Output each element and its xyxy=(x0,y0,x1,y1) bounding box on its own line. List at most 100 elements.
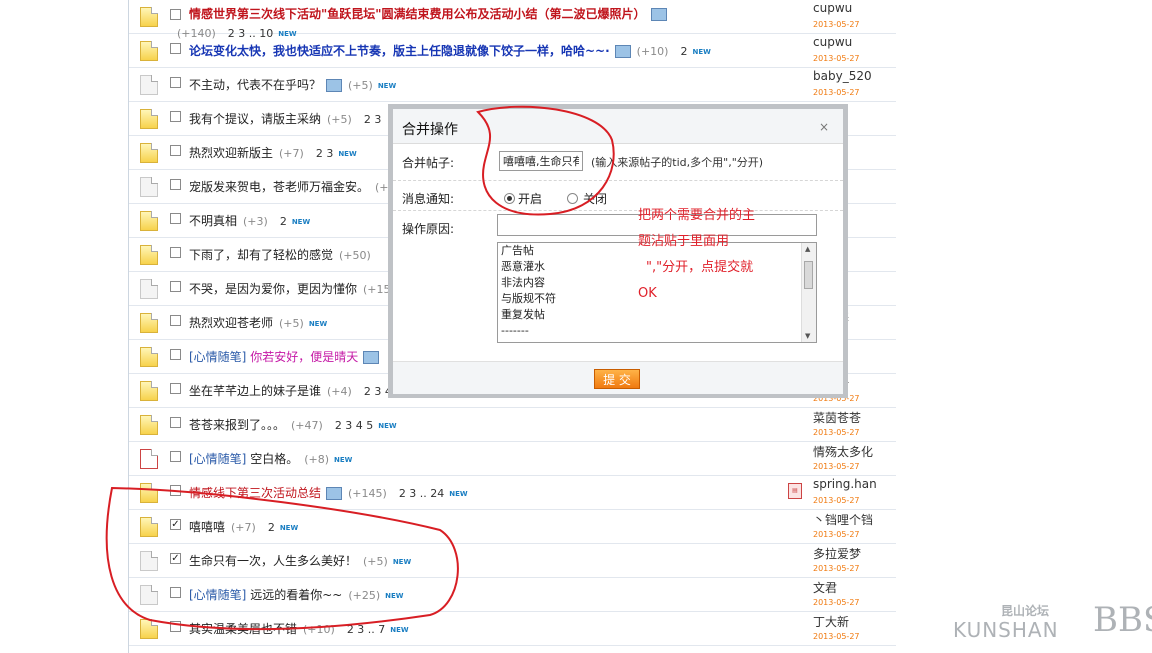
thread-checkbox[interactable] xyxy=(170,145,181,156)
annotation-line: ","分开，点提交就 xyxy=(646,260,754,275)
thread-title[interactable]: 下雨了，却有了轻松的感觉 xyxy=(189,248,333,262)
thread-author[interactable]: 多拉爱梦 xyxy=(813,545,861,562)
merge-thread-input[interactable] xyxy=(499,151,583,171)
scroll-down-icon[interactable]: ▼ xyxy=(805,332,810,340)
thread-icon xyxy=(140,41,158,61)
close-icon[interactable]: × xyxy=(819,120,829,134)
thread-title[interactable]: 不明真相 xyxy=(189,214,237,228)
scroll-thumb[interactable] xyxy=(804,261,813,289)
thread-title[interactable]: 其实温柔美眉也不错 xyxy=(189,622,297,636)
scroll-up-icon[interactable]: ▲ xyxy=(805,245,810,253)
thread-row[interactable]: 苍苍来报到了。。。 (+47) 2 3 4 5 NEW 菜茵苍苍 2013-05-27 xyxy=(129,407,896,442)
thread-author[interactable]: spring.han xyxy=(813,477,877,491)
merge-hint: (输入来源帖子的tid,多个用","分开) xyxy=(591,156,764,169)
thread-title[interactable]: 你若安好，便是晴天 xyxy=(250,350,358,364)
thread-checkbox[interactable] xyxy=(170,451,181,462)
reply-count: (+4) xyxy=(327,385,352,398)
thread-row[interactable]: 其实温柔美眉也不错 (+10) 2 3 .. 7 NEW 丁大新 2013-05-27 xyxy=(129,611,896,646)
thread-checkbox[interactable] xyxy=(170,587,181,598)
new-badge: NEW xyxy=(338,149,357,158)
thread-checkbox[interactable] xyxy=(170,111,181,122)
thread-pages[interactable]: 2 3 4 5 xyxy=(335,419,373,432)
thread-pages[interactable]: 2 xyxy=(680,45,687,58)
thread-pages[interactable]: 2 3 xyxy=(364,113,382,126)
thread-title[interactable]: 远远的看着你~~ xyxy=(250,588,342,602)
thread-checkbox[interactable] xyxy=(170,43,181,54)
thread-title[interactable]: 热烈欢迎苍老师 xyxy=(189,316,273,330)
thread-author[interactable]: 文君 xyxy=(813,579,837,596)
thread-checkbox[interactable] xyxy=(170,349,181,360)
thread-title[interactable]: 坐在芊芊边上的妹子是谁 xyxy=(189,384,321,398)
thread-title[interactable]: 情感世界第三次线下活动"鱼跃昆坛"圆满结束费用公布及活动小结（第二波已爆照片） xyxy=(189,7,646,21)
thread-title[interactable]: 空白格。 xyxy=(250,452,298,466)
thread-checkbox[interactable] xyxy=(170,213,181,224)
thread-pages[interactable]: 2 3 .. 24 xyxy=(399,487,444,500)
thread-row[interactable]: ✓ 嘻嘻嘻 (+7) 2 NEW 丶铛哩个铛 2013-05-27 xyxy=(129,509,896,544)
thread-row[interactable]: 情感线下第三次活动总结 (+145) 2 3 .. 24 NEW ▤ spring.han… xyxy=(129,475,896,510)
scrollbar[interactable]: ▲ ▼ xyxy=(801,243,816,342)
thread-category[interactable]: [心情随笔] xyxy=(189,588,246,602)
thread-author[interactable]: 丁大新 xyxy=(813,613,849,630)
thread-row[interactable]: (+140) 2 3 .. 10 NEW 情感世界第三次线下活动"鱼跃昆坛"圆满结束费… xyxy=(129,0,896,40)
submit-button[interactable]: 提 交 xyxy=(594,369,640,389)
thread-row[interactable]: [心情随笔] 远远的看着你~~ (+25) NEW 文君 2013-05-27 xyxy=(129,577,896,612)
dialog-title: 合并操作 xyxy=(402,122,458,138)
thread-date: 2013-05-27 xyxy=(813,598,860,607)
thread-checkbox[interactable] xyxy=(170,77,181,88)
thread-row[interactable]: [心情随笔] 空白格。 (+8) NEW 情殇太多化 2013-05-27 xyxy=(129,441,896,476)
thread-author[interactable]: cupwu xyxy=(813,35,852,49)
thread-title[interactable]: 生命只有一次，人生多么美好！ xyxy=(189,554,357,568)
thread-pages[interactable]: 2 3 .. 7 xyxy=(347,623,385,636)
thread-date: 2013-05-27 xyxy=(813,496,860,505)
thread-title[interactable]: 不主动，代表不在乎吗？ xyxy=(189,78,321,92)
new-badge: NEW xyxy=(279,523,299,532)
thread-category[interactable]: [心情随笔] xyxy=(189,350,246,364)
thread-title[interactable]: 情感线下第三次活动总结 xyxy=(189,486,321,500)
thread-author[interactable]: 情殇太多化 xyxy=(813,443,873,460)
thread-checkbox[interactable]: ✓ xyxy=(170,553,181,564)
thread-date: 2013-05-27 xyxy=(813,462,860,471)
thread-checkbox[interactable] xyxy=(170,383,181,394)
thread-checkbox[interactable] xyxy=(170,417,181,428)
thread-title[interactable]: 热烈欢迎新版主 xyxy=(189,146,273,160)
thread-title[interactable]: 宠版发来贺电，苍老师万福金安。 xyxy=(189,180,369,194)
thread-checkbox[interactable] xyxy=(170,247,181,258)
thread-icon xyxy=(140,347,158,367)
thread-row[interactable]: 论坛变化太快，我也快适应不上节奏，版主上任隐退就像下饺子一样，哈哈~~· (+10… xyxy=(129,33,896,68)
thread-checkbox[interactable] xyxy=(170,179,181,190)
thread-title[interactable]: 苍苍来报到了。。。 xyxy=(189,418,285,432)
reply-count: (+145) xyxy=(348,487,387,500)
reason-option[interactable]: 重复发帖 xyxy=(498,307,816,323)
thread-title[interactable]: 不哭，是因为爱你，更因为懂你 xyxy=(189,282,357,296)
thread-checkbox[interactable] xyxy=(170,281,181,292)
thread-checkbox[interactable] xyxy=(170,9,181,20)
thread-icon xyxy=(140,551,158,571)
notify-off-radio[interactable] xyxy=(567,193,578,204)
thread-checkbox[interactable] xyxy=(170,621,181,632)
thread-pages[interactable]: 2 xyxy=(280,215,287,228)
thread-row[interactable]: 不主动，代表不在乎吗？ (+5) NEW baby_520 2013-05-27 xyxy=(129,67,896,102)
thread-row[interactable]: ✓ 生命只有一次，人生多么美好！ (+5) NEW 多拉爱梦 2013-05-27 xyxy=(129,543,896,578)
annotation-line: 把两个需要合并的主 xyxy=(638,208,756,223)
thread-pages[interactable]: 2 3 xyxy=(316,147,334,160)
reason-option[interactable]: 与版规不符 xyxy=(498,291,816,307)
thread-author[interactable]: 丶铛哩个铛 xyxy=(813,511,873,528)
thread-date: 2013-05-27 xyxy=(813,564,860,573)
thread-title[interactable]: 我有个提议，请版主采纳 xyxy=(189,112,321,126)
thread-title[interactable]: 论坛变化太快，我也快适应不上节奏，版主上任隐退就像下饺子一样，哈哈~~· xyxy=(189,44,610,58)
thread-category[interactable]: [心情随笔] xyxy=(189,452,246,466)
reply-count: (+10) xyxy=(636,45,669,58)
thread-author[interactable]: 菜茵苍苍 xyxy=(813,409,861,426)
thread-author[interactable]: baby_520 xyxy=(813,69,872,83)
thread-checkbox[interactable] xyxy=(170,485,181,496)
thread-icon xyxy=(140,109,158,129)
image-attachment-icon xyxy=(326,79,343,92)
thread-pages[interactable]: 2 xyxy=(268,521,275,534)
thread-checkbox[interactable]: ✓ xyxy=(170,519,181,530)
reason-option[interactable]: ------- xyxy=(498,323,816,339)
thread-author[interactable]: cupwu xyxy=(813,1,852,15)
new-badge: NEW xyxy=(385,591,404,600)
thread-checkbox[interactable] xyxy=(170,315,181,326)
notify-on-radio[interactable] xyxy=(504,193,515,204)
thread-title[interactable]: 嘻嘻嘻 xyxy=(189,520,225,534)
